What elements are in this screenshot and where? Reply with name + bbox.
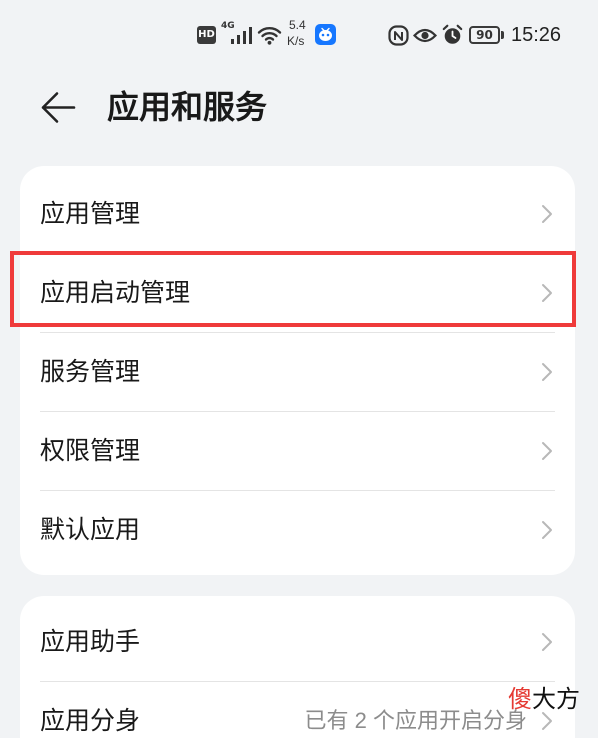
list-item-app-twin[interactable]: 应用分身 已有 2 个应用开启分身 [20, 681, 575, 738]
watermark-text: 大方 [532, 686, 580, 713]
chevron-right-icon [541, 632, 553, 652]
divider [40, 253, 555, 254]
list-item-default-apps[interactable]: 默认应用 [20, 490, 575, 569]
list-item-label: 默认应用 [40, 515, 141, 544]
list-item-app-management[interactable]: 应用管理 [20, 174, 575, 253]
watermark: 傻大方 [508, 686, 580, 714]
alarm-icon [442, 24, 463, 45]
status-time: 15:26 [511, 24, 562, 46]
network-speed-unit: K/s [287, 34, 305, 48]
divider [40, 332, 555, 333]
list-item-label: 应用管理 [40, 199, 141, 228]
wifi-icon [257, 25, 282, 45]
back-button[interactable] [40, 91, 76, 124]
list-item-app-assistant[interactable]: 应用助手 [20, 602, 575, 681]
chevron-right-icon [541, 362, 553, 382]
list-item-label: 应用分身 [40, 706, 141, 735]
divider [40, 411, 555, 412]
chevron-right-icon [541, 204, 553, 224]
list-item-label: 应用助手 [40, 627, 141, 656]
app-notification-icon [315, 24, 336, 45]
battery-level: 90 [476, 28, 493, 42]
arrow-left-icon [41, 92, 76, 123]
list-item-label: 应用启动管理 [40, 278, 191, 307]
battery-tip [501, 31, 504, 39]
network-speed-value: 5.4 [289, 18, 306, 32]
divider [40, 490, 555, 491]
list-item-app-launch-management[interactable]: 应用启动管理 [10, 251, 576, 332]
page-title: 应用和服务 [107, 89, 268, 125]
chevron-right-icon [541, 711, 553, 731]
list-item-label: 权限管理 [40, 436, 141, 465]
list-item-label: 服务管理 [40, 357, 141, 386]
signal-icon [231, 27, 252, 44]
chevron-right-icon [541, 520, 553, 540]
list-item-permission-management[interactable]: 权限管理 [20, 411, 575, 490]
nfc-icon [388, 25, 409, 46]
list-item-value: 已有 2 个应用开启分身 [304, 708, 527, 733]
eye-comfort-icon [412, 27, 438, 44]
status-bar: HD 4G 5.4 K/s 90 15:26 [0, 0, 598, 70]
settings-group-1: 应用管理 应用启动管理 服务管理 权限管理 默认应用 [10, 166, 576, 575]
chevron-right-icon [541, 283, 553, 303]
battery-icon: 90 [469, 26, 500, 44]
hd-badge-icon: HD [197, 26, 216, 44]
chevron-right-icon [541, 441, 553, 461]
list-item-service-management[interactable]: 服务管理 [20, 332, 575, 411]
watermark-accent-text: 傻 [508, 686, 532, 713]
settings-group-2: 应用助手 应用分身 已有 2 个应用开启分身 [20, 596, 575, 738]
